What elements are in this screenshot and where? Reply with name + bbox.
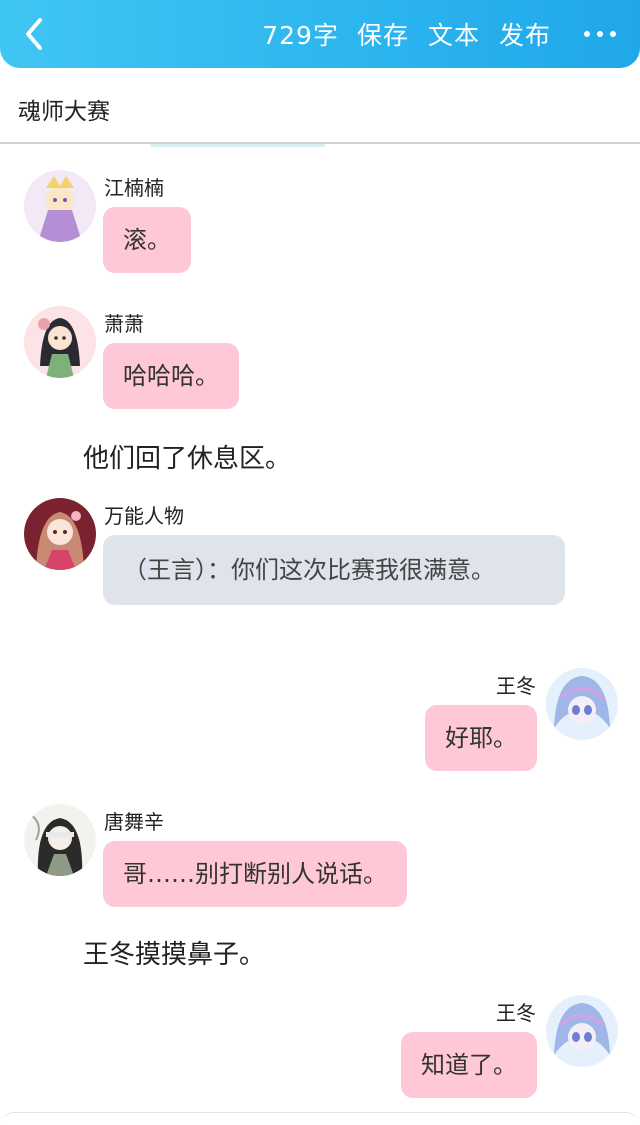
more-button[interactable] [570, 14, 630, 54]
message-bubble[interactable]: 知道了。 [401, 1032, 537, 1098]
avatar-wanneng[interactable] [24, 498, 96, 570]
speaker-name: 万能人物 [104, 504, 184, 528]
message-bubble[interactable]: 哈哈哈。 [103, 343, 239, 409]
avatar-jiangnannan[interactable] [24, 170, 96, 242]
more-dots-icon [584, 31, 590, 37]
bottom-panel-edge [0, 1112, 640, 1125]
message-bubble[interactable]: 哥……别打断别人说话。 [103, 841, 407, 907]
avatar-wangdong[interactable] [546, 668, 618, 740]
narration-text[interactable]: 王冬摸摸鼻子。 [83, 934, 265, 971]
narration-text[interactable]: 他们回了休息区。 [83, 438, 291, 475]
top-actions: 729字 保存 文本 发布 [262, 0, 640, 68]
text-button[interactable]: 文本 [428, 16, 480, 52]
message-bubble[interactable]: （王言）：你们这次比赛我很满意。 [103, 535, 565, 605]
speaker-name: 王冬 [496, 1001, 536, 1025]
message-bubble[interactable]: 好耶。 [425, 705, 537, 771]
avatar-wangdong[interactable] [546, 995, 618, 1067]
message-bubble[interactable]: 滚。 [103, 207, 191, 273]
speaker-name: 唐舞辛 [104, 810, 164, 834]
speaker-name: 王冬 [496, 674, 536, 698]
story-title-row[interactable]: 魂师大赛 [0, 68, 640, 144]
word-count: 729字 [262, 21, 339, 50]
top-bar: 729字 保存 文本 发布 [0, 0, 640, 68]
publish-button[interactable]: 发布 [499, 16, 551, 52]
save-button[interactable]: 保存 [357, 16, 409, 52]
avatar-tangwuxin[interactable] [24, 804, 96, 876]
avatar-xiaoxiao[interactable] [24, 306, 96, 378]
scroll-hint [150, 144, 325, 147]
chevron-left-icon [26, 18, 42, 50]
back-button[interactable] [18, 14, 58, 54]
speaker-name: 萧萧 [104, 312, 144, 336]
speaker-name: 江楠楠 [104, 176, 164, 200]
story-title: 魂师大赛 [18, 99, 110, 125]
